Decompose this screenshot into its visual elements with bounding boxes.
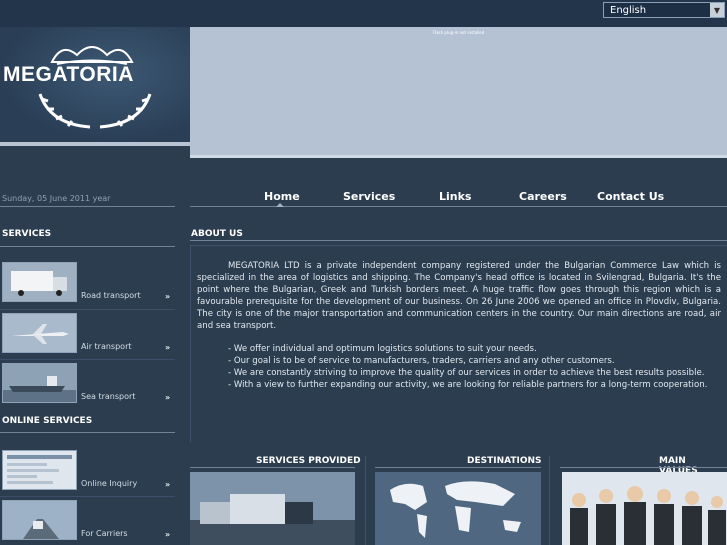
world-map[interactable] — [375, 472, 541, 545]
ship-photo — [2, 363, 77, 403]
laurel-icon — [38, 93, 152, 129]
more-icon[interactable]: » — [165, 530, 170, 539]
banner-area: Flash plug-in not installed — [190, 27, 727, 155]
column-separator — [549, 456, 550, 545]
about-bullet: - With a view to further expanding our a… — [228, 380, 708, 390]
nav-careers[interactable]: Careers — [519, 190, 567, 203]
column-separator — [365, 456, 366, 545]
nav-links[interactable]: Links — [439, 190, 471, 203]
about-title: ABOUT US — [191, 229, 243, 239]
service-label: Sea transport — [81, 392, 136, 401]
chevron-down-icon[interactable]: ▼ — [710, 3, 724, 17]
services-provided-title: SERVICES PROVIDED — [256, 456, 361, 466]
services-title: SERVICES — [2, 229, 52, 239]
trucks-photo[interactable] — [190, 472, 355, 545]
language-selected: English — [610, 4, 647, 16]
about-paragraph: MEGATORIA LTD is a private independent c… — [197, 261, 721, 331]
banner-underline — [190, 155, 727, 158]
form-screenshot — [2, 450, 77, 490]
active-nav-marker — [276, 203, 284, 207]
service-label: Road transport — [81, 291, 141, 300]
team-photo[interactable] — [562, 472, 727, 545]
nav-home[interactable]: Home — [264, 190, 300, 203]
main-nav: Home Services Links Careers Contact Us — [190, 190, 727, 206]
current-date: Sunday, 05 June 2011 year — [2, 194, 111, 203]
separator — [0, 309, 175, 310]
about-bullet: - Our goal is to be of service to manufa… — [228, 356, 615, 366]
logo[interactable]: MEGATORIA — [0, 27, 190, 142]
nav-services[interactable]: Services — [343, 190, 395, 203]
for-carriers[interactable]: For Carriers » — [0, 500, 175, 545]
services-divider — [0, 246, 175, 247]
truck-photo — [2, 262, 77, 302]
column-divider — [560, 467, 727, 468]
online-service-label: For Carriers — [81, 529, 128, 538]
online-inquiry[interactable]: Online Inquiry » — [0, 450, 175, 498]
service-sea[interactable]: Sea transport » — [0, 363, 175, 411]
road-photo — [2, 500, 77, 540]
logo-underline — [0, 142, 190, 146]
online-services-title: ONLINE SERVICES — [2, 416, 93, 426]
separator — [0, 496, 175, 497]
column-divider — [375, 467, 541, 468]
destinations-title: DESTINATIONS — [467, 456, 542, 466]
date-divider — [0, 206, 175, 207]
column-divider — [190, 467, 355, 468]
more-icon[interactable]: » — [165, 292, 170, 301]
language-select[interactable]: English ▼ — [603, 2, 725, 18]
service-road[interactable]: Road transport » — [0, 262, 175, 310]
airplane-photo — [2, 313, 77, 353]
online-service-label: Online Inquiry — [81, 479, 138, 488]
about-content: MEGATORIA LTD is a private independent c… — [190, 245, 727, 442]
more-icon[interactable]: » — [165, 480, 170, 489]
about-bullet: - We are constantly striving to improve … — [228, 368, 705, 378]
service-label: Air transport — [81, 342, 132, 351]
online-services-divider — [0, 432, 175, 433]
about-bullet: - We offer individual and optimum logist… — [228, 344, 537, 354]
service-air[interactable]: Air transport » — [0, 313, 175, 361]
banner-message: Flash plug-in not installed — [432, 30, 485, 35]
nav-contact-us[interactable]: Contact Us — [597, 190, 664, 203]
more-icon[interactable]: » — [165, 393, 170, 402]
more-icon[interactable]: » — [165, 343, 170, 352]
about-divider — [190, 240, 727, 241]
separator — [0, 359, 175, 360]
brand-name: MEGATORIA — [3, 63, 134, 86]
nav-divider — [190, 206, 727, 207]
